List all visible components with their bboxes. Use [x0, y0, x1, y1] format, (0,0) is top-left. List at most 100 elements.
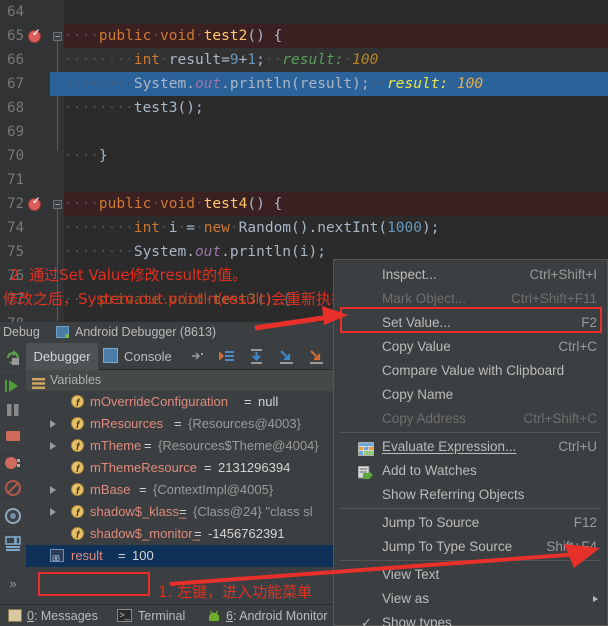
variable-value: {Class@24} "class sl [193, 501, 313, 523]
code-line-75[interactable]: ········System.out.println(i); [64, 240, 326, 264]
menu-item-evaluate-expression[interactable]: Evaluate Expression... Ctrl+U [334, 435, 607, 459]
variable-value: {Resources@4003} [188, 413, 301, 435]
code-line-70[interactable]: ····} [64, 144, 108, 168]
menu-item-show-referring-objects[interactable]: Show Referring Objects [334, 483, 607, 507]
variable-equals: = [144, 435, 152, 457]
menu-label: Show types [382, 611, 452, 626]
variables-header-label: Variables [50, 370, 101, 391]
rerun-icon[interactable] [4, 349, 22, 367]
menu-label: View Text [382, 563, 439, 587]
toolbar-separator [3, 502, 23, 503]
line-number: 67 [0, 72, 24, 96]
pin-tab-icon[interactable] [189, 348, 206, 365]
settings-camera-icon[interactable] [4, 507, 22, 525]
layout-settings-icon[interactable] [4, 535, 22, 553]
menu-item-add-to-watches[interactable]: Add to Watches [334, 459, 607, 483]
tab-debugger[interactable]: Debugger [26, 343, 98, 370]
variable-value: null [258, 391, 278, 413]
variable-name: mResources [90, 413, 163, 435]
menu-separator [340, 508, 601, 509]
line-number: 65 [0, 24, 24, 48]
stop-program-icon[interactable] [4, 427, 22, 445]
chevron-right-icon [593, 596, 598, 602]
variable-equals: = [118, 545, 126, 567]
code-line-68[interactable]: ········test3(); [64, 96, 204, 120]
status-item-terminal[interactable]: Terminal [138, 605, 185, 626]
variable-value: {Resources$Theme@4004} [158, 435, 319, 457]
variable-name: shadow$_klass_ [90, 501, 186, 523]
code-line-65-text[interactable]: ····public·void·test2() { [64, 24, 608, 48]
expand-arrow-icon[interactable] [50, 486, 56, 494]
menu-separator [340, 560, 601, 561]
step-over-icon[interactable] [248, 348, 265, 365]
variables-icon [32, 375, 45, 386]
step-into-icon[interactable] [278, 348, 295, 365]
resume-program-icon[interactable] [4, 377, 22, 395]
debug-sidebar-toolbar: » [0, 343, 26, 604]
variable-equals: = [204, 457, 212, 479]
mute-breakpoints-icon[interactable] [4, 479, 22, 497]
debug-session-icon [56, 326, 69, 338]
android-label: : Android Monitor [233, 609, 328, 623]
tab-console[interactable]: Console [100, 343, 188, 370]
number-type-icon [50, 549, 64, 562]
variable-equals: = [194, 523, 202, 545]
breakpoint-icon-line65[interactable] [28, 30, 41, 43]
pause-program-icon[interactable] [4, 401, 22, 419]
field-icon [71, 395, 84, 408]
fold-toggle-line73[interactable] [53, 200, 62, 209]
show-execution-point-icon[interactable] [218, 348, 235, 365]
menu-accel: F12 [574, 511, 597, 535]
variable-name: mBase [90, 479, 130, 501]
line-number: 74 [0, 216, 24, 240]
expand-arrow-icon[interactable] [50, 420, 56, 428]
highlight-box-result-variable [38, 572, 150, 596]
variable-value: -1456762391 [208, 523, 285, 545]
menu-item-copy-value[interactable]: Copy Value Ctrl+C [334, 335, 607, 359]
line-number: 70 [0, 144, 24, 168]
variable-equals: = [179, 501, 187, 523]
annotation-step-1: 1. 左键，进入功能菜单 [158, 581, 312, 602]
messages-index: 0 [27, 609, 34, 623]
debug-session-name: Android Debugger (8613) [75, 322, 216, 343]
menu-label: Inspect... [382, 263, 437, 287]
fold-toggle-line65[interactable] [53, 32, 62, 41]
status-item-messages[interactable]: 0: Messages [27, 605, 98, 626]
field-icon [71, 505, 84, 518]
menu-accel: Shift+F4 [546, 535, 597, 559]
code-line-73[interactable]: ····public·void·test4() { [64, 192, 282, 216]
tab-console-label: Console [124, 349, 172, 364]
line-number: 66 [0, 48, 24, 72]
code-line-66[interactable]: ········int·result=9+1;··result:·100 [64, 48, 378, 72]
menu-accel: Ctrl+Shift+C [523, 407, 597, 431]
menu-item-view-as[interactable]: View as [334, 587, 607, 611]
menu-item-jump-to-source[interactable]: Jump To Source F12 [334, 511, 607, 535]
toolbar-separator [3, 530, 23, 531]
debug-label: Debug [3, 322, 40, 343]
expand-arrow-icon[interactable] [50, 508, 56, 516]
menu-item-compare-value-with-clipboard[interactable]: Compare Value with Clipboard [334, 359, 607, 383]
expand-arrow-icon[interactable] [50, 442, 56, 450]
toolbar-separator [3, 372, 23, 373]
menu-label: Jump To Type Source [382, 535, 512, 559]
variable-equals: = [244, 391, 252, 413]
annotation-note-1: 2. 通过Set Value修改result的值。 [10, 264, 247, 285]
expand-more-icon[interactable]: » [2, 575, 24, 593]
menu-item-view-text[interactable]: View Text [334, 563, 607, 587]
line-number: 71 [0, 168, 24, 192]
force-step-into-icon[interactable] [308, 348, 325, 365]
menu-item-show-types[interactable]: ✓ Show types [334, 611, 607, 626]
menu-item-copy-name[interactable]: Copy Name [334, 383, 607, 407]
android-icon [207, 609, 221, 623]
highlight-box-set-value [340, 307, 602, 333]
code-line-74[interactable]: ········int·i·=·new·Random().nextInt(100… [64, 216, 439, 240]
menu-accel: Ctrl+C [558, 335, 597, 359]
menu-item-jump-to-type-source[interactable]: Jump To Type Source Shift+F4 [334, 535, 607, 559]
breakpoint-icon-line73[interactable] [28, 198, 41, 211]
code-line-67[interactable]: ········System.out.println(result);··res… [64, 72, 483, 96]
view-breakpoints-icon[interactable] [4, 454, 22, 472]
watch-icon [358, 464, 374, 478]
line-number: 69 [0, 120, 24, 144]
status-item-android-monitor[interactable]: 6: Android Monitor [226, 605, 327, 626]
menu-item-inspect[interactable]: Inspect... Ctrl+Shift+I [334, 263, 607, 287]
